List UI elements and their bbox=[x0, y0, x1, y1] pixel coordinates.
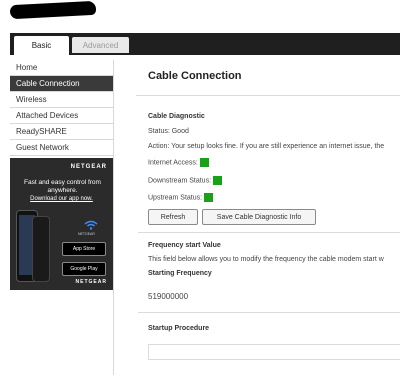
tab-basic[interactable]: Basic bbox=[14, 36, 69, 55]
main-content: Cable Connection Cable Diagnostic Status… bbox=[113, 60, 400, 375]
frequency-description: This field below allows you to modify th… bbox=[148, 256, 384, 263]
page-title: Cable Connection bbox=[148, 70, 242, 82]
phone-image-back bbox=[32, 216, 50, 282]
downstream-status-label: Downstream Status: bbox=[148, 177, 212, 185]
downstream-status-indicator bbox=[213, 176, 223, 185]
sidebar-item-guest-network[interactable]: Guest Network bbox=[10, 140, 113, 156]
redacted-scribble bbox=[9, 0, 97, 20]
save-diagnostic-info-button[interactable]: Save Cable Diagnostic Info bbox=[202, 209, 316, 225]
tab-advanced[interactable]: Advanced bbox=[72, 37, 129, 53]
wifi-icon bbox=[84, 220, 98, 230]
frequency-heading: Frequency start Value bbox=[148, 242, 221, 249]
app-promo-banner: NETGEAR Fast and easy control from anywh… bbox=[10, 158, 113, 290]
starting-frequency-value[interactable]: 519000000 bbox=[148, 292, 188, 301]
downstream-status-row: Downstream Status: bbox=[148, 176, 223, 185]
app-store-badge[interactable]: App Store bbox=[62, 242, 106, 256]
download-app-link[interactable]: Download our app now. bbox=[10, 196, 113, 202]
netgear-logo: NETGEAR bbox=[70, 164, 107, 170]
internet-access-status-indicator bbox=[199, 158, 209, 167]
sidebar-item-readyshare[interactable]: ReadySHARE bbox=[10, 124, 113, 140]
upstream-status-indicator bbox=[204, 193, 214, 202]
sidebar-item-home[interactable]: Home bbox=[10, 60, 113, 76]
divider bbox=[138, 312, 400, 313]
divider bbox=[136, 95, 400, 96]
starting-frequency-label: Starting Frequency bbox=[148, 270, 212, 277]
top-tab-bar: Basic Advanced bbox=[10, 33, 400, 55]
sidebar-item-wireless[interactable]: Wireless bbox=[10, 92, 113, 108]
internet-access-row: Internet Access: bbox=[148, 158, 209, 167]
upstream-status-label: Upstream Status: bbox=[148, 194, 203, 202]
sidebar: Home Cable Connection Wireless Attached … bbox=[10, 60, 113, 375]
google-play-badge[interactable]: Google Play bbox=[62, 262, 106, 276]
internet-access-label: Internet Access: bbox=[148, 159, 198, 167]
startup-procedure-table bbox=[148, 344, 400, 360]
netgear-footer-logo: NETGEAR bbox=[75, 279, 107, 285]
refresh-button[interactable]: Refresh bbox=[148, 209, 198, 225]
diagnostic-status: Status: Good bbox=[148, 128, 189, 135]
sidebar-item-attached-devices[interactable]: Attached Devices bbox=[10, 108, 113, 124]
diagnostic-action: Action: Your setup looks fine. If you ar… bbox=[148, 143, 385, 150]
cable-diagnostic-heading: Cable Diagnostic bbox=[148, 113, 205, 120]
phone-brand-label: NETGEAR bbox=[78, 232, 95, 236]
promo-text: Fast and easy control from anywhere. bbox=[24, 179, 101, 194]
divider bbox=[138, 232, 400, 233]
upstream-status-row: Upstream Status: bbox=[148, 193, 214, 202]
startup-procedure-heading: Startup Procedure bbox=[148, 325, 210, 332]
sidebar-item-cable-connection[interactable]: Cable Connection bbox=[10, 76, 113, 92]
